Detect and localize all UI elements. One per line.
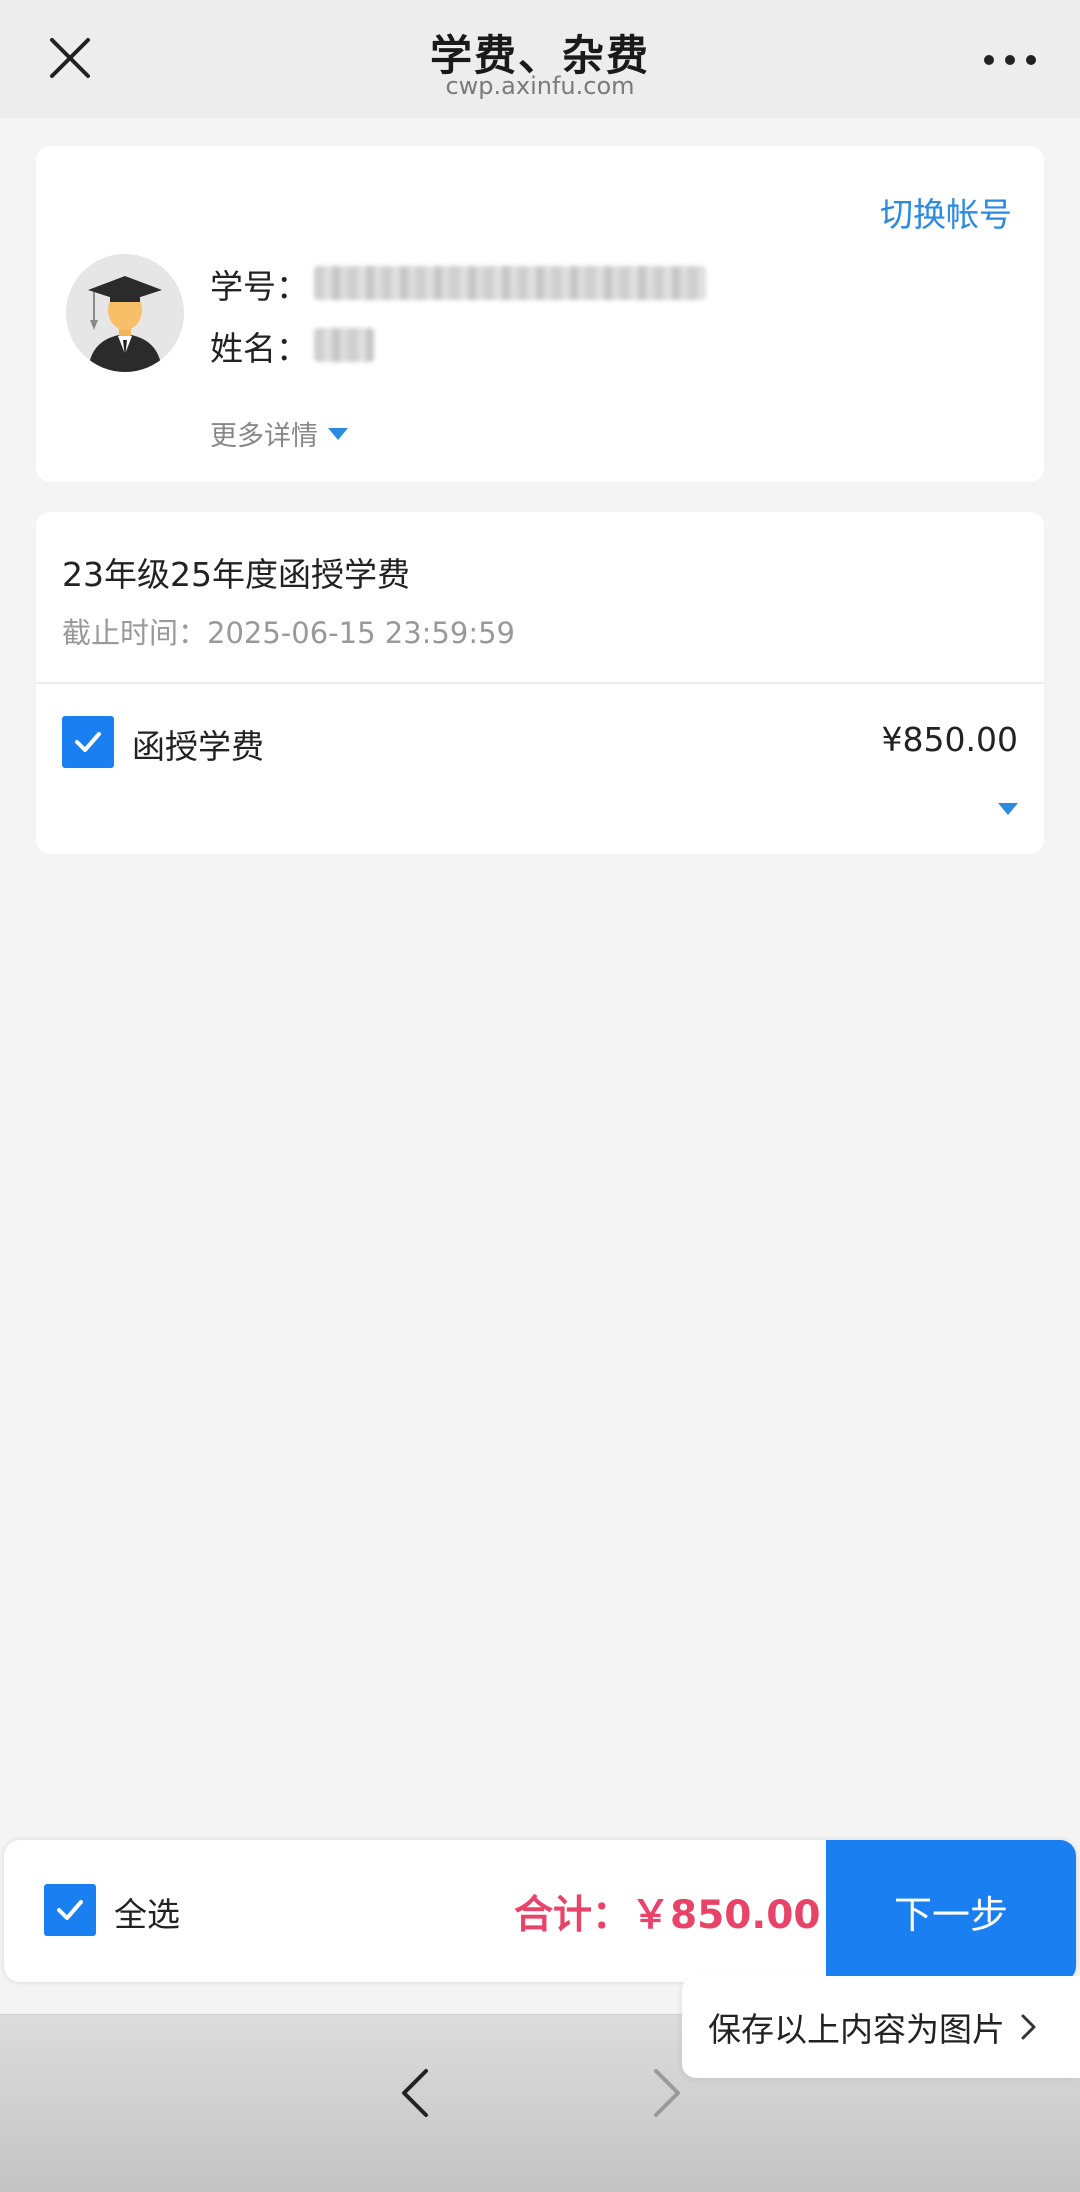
chevron-right-icon	[1021, 2014, 1036, 2040]
name-value-redacted	[314, 328, 374, 362]
expand-item-icon[interactable]	[998, 800, 1018, 819]
fee-card: 23年级25年度函授学费 截止时间：2025-06-15 23:59:59 函授…	[36, 512, 1044, 854]
more-details-label: 更多详情	[210, 421, 318, 452]
more-details-toggle[interactable]: 更多详情	[210, 414, 348, 453]
fee-item-name: 函授学费	[132, 727, 264, 766]
save-as-image-button[interactable]: 保存以上内容为图片	[682, 1976, 1080, 2078]
divider	[36, 682, 1044, 684]
fee-item-checkbox[interactable]	[62, 716, 114, 768]
checkmark-icon	[57, 1900, 83, 1920]
select-all-label[interactable]: 全选	[114, 1888, 180, 1936]
more-options-icon[interactable]	[984, 52, 1036, 68]
header-bar: 学费、杂费 cwp.axinfu.com	[0, 0, 1080, 118]
back-arrow-icon[interactable]	[396, 2065, 432, 2121]
avatar	[66, 254, 184, 372]
page: 学费、杂费 cwp.axinfu.com 切换帐号 学号： 姓名： 更多详情 2…	[0, 0, 1080, 2192]
fee-deadline: 截止时间：2025-06-15 23:59:59	[62, 616, 515, 650]
save-as-image-label: 保存以上内容为图片	[708, 2010, 1005, 2049]
name-label: 姓名：	[210, 329, 309, 368]
checkout-bar: 全选 合计：￥850.00 下一步	[4, 1840, 1076, 1982]
forward-arrow-icon[interactable]	[650, 2065, 686, 2121]
graduate-avatar-icon	[66, 254, 184, 372]
next-step-button[interactable]: 下一步	[826, 1840, 1076, 1982]
student-id-label: 学号：	[210, 267, 309, 306]
student-id-value-redacted	[314, 266, 706, 300]
user-card: 切换帐号 学号： 姓名： 更多详情	[36, 146, 1044, 482]
fee-item-price: ¥850.00	[881, 720, 1018, 759]
checkmark-icon	[75, 732, 101, 752]
select-all-checkbox[interactable]	[44, 1884, 96, 1936]
caret-down-icon	[328, 427, 348, 440]
switch-account-link[interactable]: 切换帐号	[880, 188, 1012, 236]
page-url: cwp.axinfu.com	[445, 72, 635, 100]
total-amount: 合计：￥850.00	[514, 1893, 821, 1938]
fee-title: 23年级25年度函授学费	[62, 555, 410, 594]
